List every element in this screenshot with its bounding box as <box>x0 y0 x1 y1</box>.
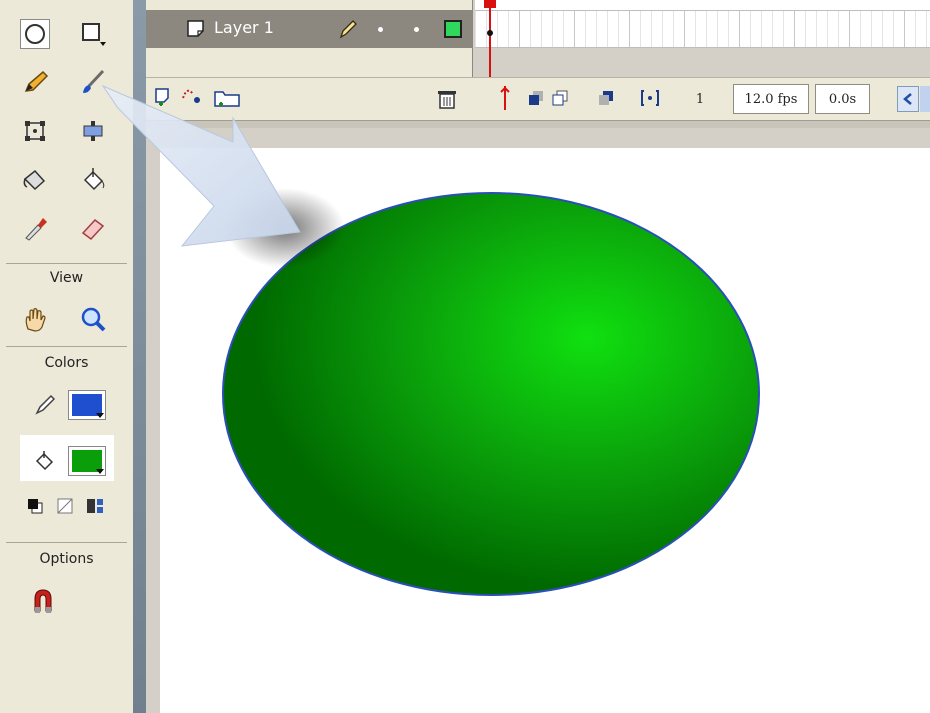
insert-layer-icon <box>155 88 169 106</box>
swap-colors-button[interactable] <box>84 495 106 517</box>
fill-transform-icon <box>83 121 103 141</box>
oval-tool-button[interactable] <box>20 19 50 49</box>
onion-skin-outlines-icon <box>552 90 568 106</box>
layer-buttons-icons <box>155 88 240 107</box>
snap-to-objects-button[interactable] <box>28 587 58 617</box>
pencil-icon <box>35 394 56 415</box>
gradient-oval[interactable] <box>222 192 760 596</box>
paint-bucket-icon <box>83 168 105 191</box>
scroll-left-button[interactable] <box>897 86 919 112</box>
rectangle-tool-button[interactable] <box>78 19 108 49</box>
ink-bottle-icon <box>23 169 46 191</box>
stage-artwork <box>222 192 760 596</box>
no-color-icon <box>57 498 73 514</box>
layer-row[interactable]: Layer 1 <box>146 10 473 48</box>
free-transform-icon <box>25 121 45 141</box>
black-white-icon <box>28 499 43 514</box>
eyedropper-tool-button[interactable] <box>20 213 50 243</box>
magnifier-icon <box>81 307 106 332</box>
modify-onion-markers-icon[interactable] <box>640 88 664 110</box>
oval-tool-icon <box>25 24 45 44</box>
stroke-color-icon-wrap <box>30 389 60 419</box>
layer-page-icon <box>187 20 204 37</box>
options-section-title: Options <box>39 551 94 567</box>
zoom-tool-button[interactable] <box>78 304 108 334</box>
edit-multiple-frames-icon <box>599 91 613 105</box>
insert-motion-guide-icon <box>182 89 200 103</box>
onion-skin-icon <box>529 91 543 105</box>
current-frame-display: 1 <box>695 91 705 107</box>
pencil-tool-button[interactable] <box>20 67 50 97</box>
lock-dot[interactable] <box>414 27 419 32</box>
view-section-title: View <box>49 270 84 286</box>
insert-layer-folder-icon <box>214 91 240 107</box>
keyframe-dot <box>487 30 493 36</box>
pencil-edit-icon <box>339 20 357 39</box>
fill-transform-tool-button[interactable] <box>78 116 108 146</box>
frames-grid-lines <box>475 10 930 48</box>
trash-icon <box>438 91 456 109</box>
divider <box>6 542 127 543</box>
colors-section-title: Colors <box>44 355 89 371</box>
no-color-button[interactable] <box>54 495 76 517</box>
elapsed-time-display: 0.0s <box>815 84 870 114</box>
onion-skin-icons <box>529 90 613 106</box>
outline-color-box[interactable] <box>444 20 462 38</box>
paint-bucket-tool-button[interactable] <box>78 164 108 194</box>
stage-canvas[interactable] <box>160 148 930 713</box>
eyedropper-icon <box>25 218 47 241</box>
black-white-button[interactable] <box>24 495 46 517</box>
swap-colors-icon <box>87 499 103 513</box>
eraser-tool-button[interactable] <box>78 213 108 243</box>
delete-layer-button[interactable] <box>436 88 458 114</box>
eraser-icon <box>81 218 105 241</box>
pencil-tool-icon <box>24 70 49 92</box>
stage-top-gutter <box>146 128 930 148</box>
rectangle-tool-icon <box>82 23 106 46</box>
fill-color-icon-wrap <box>30 445 60 475</box>
ink-bottle-tool-button[interactable] <box>20 164 50 194</box>
playhead[interactable] <box>489 0 491 80</box>
layer-name: Layer 1 <box>214 18 274 37</box>
fill-color-swatch[interactable] <box>68 446 106 476</box>
free-transform-tool-button[interactable] <box>20 116 50 146</box>
center-frame-button[interactable] <box>491 84 519 112</box>
hand-icon <box>25 308 46 332</box>
stroke-color-swatch[interactable] <box>68 390 106 420</box>
divider <box>6 346 127 347</box>
paint-bucket-icon <box>35 451 54 471</box>
chevron-left-icon <box>903 93 912 105</box>
toolbox-edge <box>133 0 146 713</box>
stage-left-gutter <box>146 148 160 713</box>
toolbox-panel: View Colors Options <box>0 0 133 713</box>
magnet-icon <box>34 589 52 613</box>
brush-tool-icon <box>83 69 105 93</box>
visibility-dot[interactable] <box>378 27 383 32</box>
divider <box>6 263 127 264</box>
frame-rate-display[interactable]: 12.0 fps <box>733 84 809 114</box>
playhead-handle[interactable] <box>484 0 496 8</box>
brush-tool-button[interactable] <box>78 67 108 97</box>
hand-tool-button[interactable] <box>20 304 50 334</box>
frames-grid[interactable] <box>475 0 930 48</box>
center-frame-icon <box>500 86 510 110</box>
timeline-hscroll-track[interactable] <box>920 86 930 112</box>
